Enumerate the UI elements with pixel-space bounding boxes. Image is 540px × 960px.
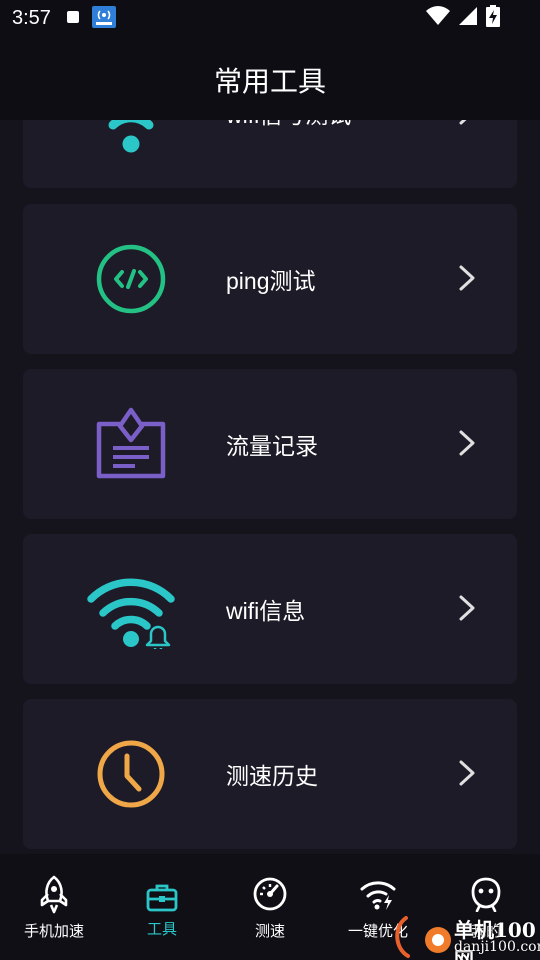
wifi-bell-icon bbox=[87, 569, 175, 649]
tool-label: 测速历史 bbox=[226, 763, 318, 789]
cell-signal-icon bbox=[458, 6, 478, 31]
tool-label: wifi信息 bbox=[226, 598, 306, 624]
tool-card-speed-history[interactable]: 测速历史 bbox=[23, 699, 517, 849]
status-bar: 3:57 bbox=[0, 0, 540, 36]
watermark: 单机100网 danji100.com bbox=[392, 912, 540, 960]
tool-label: 流量记录 bbox=[226, 433, 318, 459]
watermark-logo-icon bbox=[395, 916, 451, 958]
nav-item-tools[interactable]: 工具 bbox=[108, 854, 216, 960]
wifi-signal-icon bbox=[87, 120, 175, 153]
tools-list[interactable]: wifi信号测试 ping测试 bbox=[0, 120, 540, 854]
nav-item-speed-test[interactable]: 测速 bbox=[216, 854, 324, 960]
document-tag-icon bbox=[87, 404, 175, 484]
chevron-right-icon bbox=[459, 760, 475, 786]
rocket-icon bbox=[34, 874, 74, 914]
wifi-icon bbox=[426, 5, 450, 31]
toolbox-icon bbox=[142, 878, 182, 918]
nav-label: 手机加速 bbox=[23, 923, 84, 940]
tool-label: ping测试 bbox=[226, 268, 316, 294]
page-title: 常用工具 bbox=[213, 66, 326, 97]
chevron-right-icon bbox=[459, 595, 475, 621]
status-time: 3:57 bbox=[12, 7, 51, 29]
code-circle-icon bbox=[87, 239, 175, 319]
chevron-right-icon bbox=[459, 265, 475, 291]
nav-label: 测速 bbox=[254, 923, 285, 940]
nfc-app-icon bbox=[92, 5, 116, 33]
wifi-bolt-icon bbox=[358, 874, 398, 914]
watermark-url: danji100.com bbox=[454, 939, 540, 955]
chevron-right-icon bbox=[459, 120, 467, 125]
notification-square-icon bbox=[66, 10, 80, 29]
nav-item-phone-boost[interactable]: 手机加速 bbox=[0, 854, 108, 960]
tool-card-traffic-record[interactable]: 流量记录 bbox=[23, 369, 517, 519]
battery-charging-icon bbox=[486, 4, 500, 32]
nav-label: 工具 bbox=[146, 921, 177, 938]
tool-label: wifi信号测试 bbox=[226, 120, 351, 130]
app-header: 常用工具 bbox=[0, 36, 540, 120]
chevron-right-icon bbox=[459, 430, 475, 456]
tool-card-ping[interactable]: ping测试 bbox=[23, 204, 517, 354]
speedometer-icon bbox=[250, 874, 290, 914]
tool-card-wifi-info[interactable]: wifi信息 bbox=[23, 534, 517, 684]
clock-icon bbox=[87, 734, 175, 814]
tool-card-wifi-signal[interactable]: wifi信号测试 bbox=[23, 120, 517, 188]
face-icon bbox=[466, 874, 506, 914]
